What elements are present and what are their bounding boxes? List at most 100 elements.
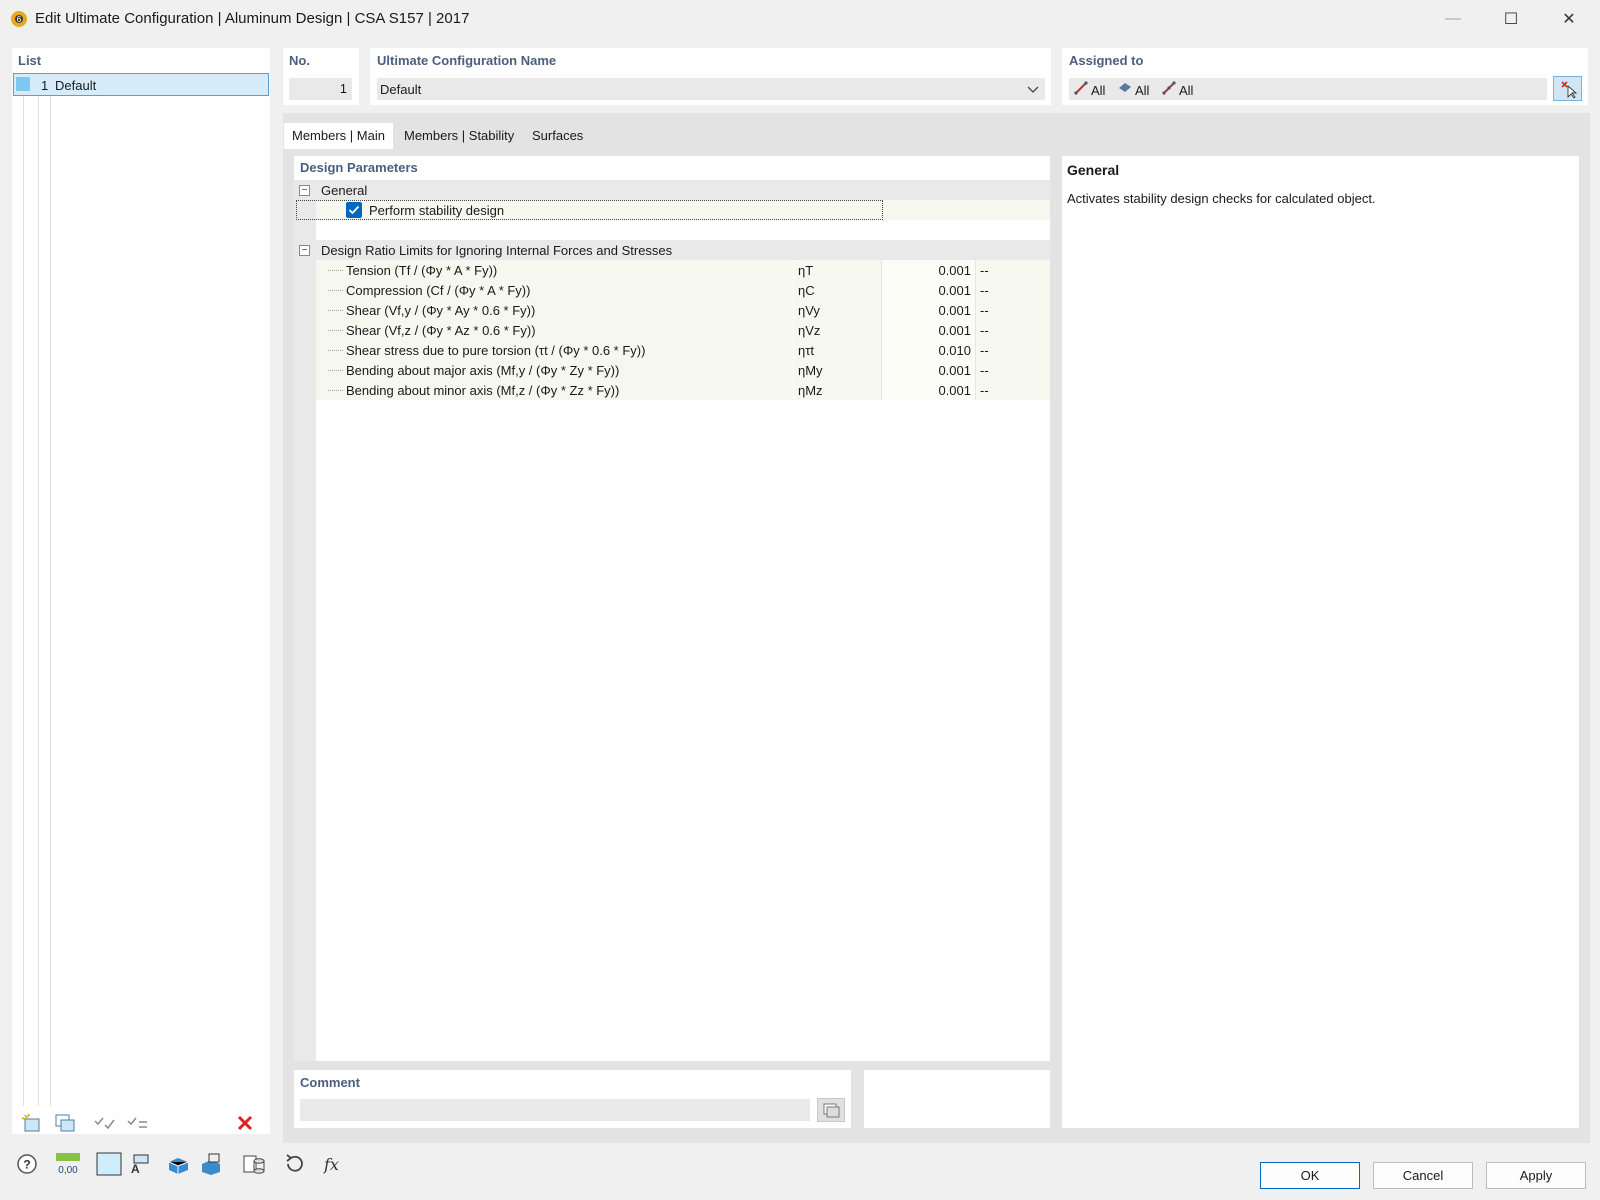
group-label-general: General (321, 183, 368, 198)
parameter-unit: -- (980, 343, 989, 358)
maximize-button[interactable]: ☐ (1482, 0, 1540, 38)
parameter-unit: -- (980, 323, 989, 338)
parameter-label: Tension (Tf / (Φy * A * Fy)) (346, 263, 498, 278)
tree-guide-line (23, 96, 24, 1106)
save-icon[interactable] (197, 1150, 227, 1178)
list-item-number: 1 (41, 78, 49, 93)
info-header: General (1067, 162, 1120, 178)
parameter-value: 0.010 (938, 343, 971, 358)
comment-header: Comment (300, 1075, 360, 1090)
parameter-label: Bending about minor axis (Mf,z / (Φy * Z… (346, 383, 620, 398)
help-icon[interactable]: ? (12, 1150, 42, 1178)
new-item-icon[interactable] (17, 1110, 45, 1136)
parameter-value: 0.001 (938, 363, 971, 378)
collapse-icon[interactable]: − (299, 185, 310, 196)
assigned-members: All (1091, 83, 1106, 98)
assigned-member-sets: All (1179, 83, 1194, 98)
cell-separator (793, 380, 794, 400)
surface-icon (1118, 81, 1132, 98)
parameter-symbol: ητt (798, 343, 814, 358)
select-objects-button[interactable] (1553, 76, 1582, 101)
parameter-symbol: ηMy (798, 363, 823, 378)
uncheck-all-icon[interactable] (124, 1110, 152, 1136)
assigned-surfaces: All (1135, 83, 1150, 98)
text-icon[interactable]: A (122, 1150, 152, 1178)
tab-members-main[interactable]: Members | Main (284, 123, 393, 149)
tree-guide-line (50, 96, 51, 1106)
parameter-unit: -- (980, 363, 989, 378)
list-item-name: Default (55, 78, 97, 93)
comment-input[interactable] (300, 1099, 810, 1121)
group-row-general (294, 180, 1050, 200)
collapse-icon[interactable]: − (299, 245, 310, 256)
parameter-label: Shear (Vf,y / (Φy * Ay * 0.6 * Fy)) (346, 303, 536, 318)
tree-connector (328, 370, 343, 371)
copy-item-icon[interactable] (51, 1110, 79, 1136)
parameter-symbol: ηVz (798, 323, 821, 338)
cell-separator (975, 260, 976, 280)
tree-connector (328, 310, 343, 311)
group-label-ratio-limits: Design Ratio Limits for Ignoring Interna… (321, 243, 673, 258)
comment-library-icon[interactable] (817, 1098, 845, 1122)
parameter-value: 0.001 (938, 323, 971, 338)
parameter-unit: -- (980, 303, 989, 318)
cell-separator (975, 280, 976, 300)
member-set-icon (1162, 81, 1176, 98)
reset-icon[interactable] (280, 1150, 310, 1178)
apply-button[interactable]: Apply (1486, 1162, 1586, 1189)
perform-stability-label: Perform stability design (369, 203, 505, 218)
config-name-header: Ultimate Configuration Name (377, 53, 557, 68)
cell-separator (975, 380, 976, 400)
config-name-value: Default (380, 82, 422, 97)
extra-panel (864, 1070, 1050, 1128)
parameter-label: Shear stress due to pure torsion (τt / (… (346, 343, 646, 358)
cell-separator (975, 360, 976, 380)
tree-connector (328, 330, 343, 331)
cell-separator (793, 340, 794, 360)
info-panel (1062, 156, 1579, 1128)
list-item-color-swatch (16, 77, 30, 91)
tree-gutter (294, 180, 316, 1061)
check-all-icon[interactable] (91, 1110, 119, 1136)
member-icon (1074, 81, 1088, 98)
cell-separator (793, 280, 794, 300)
parameter-symbol: ηT (798, 263, 814, 278)
close-button[interactable]: ✕ (1540, 0, 1598, 38)
cell-separator (793, 260, 794, 280)
model-view-icon[interactable] (164, 1150, 194, 1178)
delete-icon[interactable] (231, 1110, 259, 1136)
parameter-unit: -- (980, 283, 989, 298)
minimize-button[interactable]: — (1424, 0, 1482, 38)
list-header: List (18, 53, 42, 68)
config-name-select[interactable] (377, 78, 1045, 100)
parameter-symbol: ηMz (798, 383, 823, 398)
parameter-unit: -- (980, 383, 989, 398)
chevron-down-icon[interactable] (1027, 83, 1039, 98)
cell-separator (793, 320, 794, 340)
app-icon: 6 (10, 10, 28, 28)
tab-surfaces[interactable]: Surfaces (524, 123, 591, 149)
cell-separator (793, 360, 794, 380)
units-icon[interactable]: 0,00 (53, 1150, 83, 1178)
cell-separator (975, 300, 976, 320)
formula-icon[interactable]: fx (319, 1150, 349, 1178)
info-text: Activates stability design checks for ca… (1067, 191, 1376, 206)
tab-members-stability[interactable]: Members | Stability (396, 123, 522, 149)
list-item[interactable] (13, 73, 269, 96)
parameter-value: 0.001 (938, 263, 971, 278)
tree-connector (328, 350, 343, 351)
units-label: 0,00 (58, 1165, 78, 1176)
database-icon[interactable] (239, 1150, 269, 1178)
parameter-unit: -- (980, 263, 989, 278)
tree-connector (328, 290, 343, 291)
color-icon[interactable] (94, 1150, 124, 1178)
parameter-label: Bending about major axis (Mf,y / (Φy * Z… (346, 363, 620, 378)
perform-stability-checkbox[interactable] (346, 202, 362, 218)
parameter-value: 0.001 (938, 383, 971, 398)
parameter-label: Compression (Cf / (Φy * A * Fy)) (346, 283, 531, 298)
svg-text:A: A (131, 1162, 140, 1176)
cell-separator (975, 320, 976, 340)
tree-guide-line (38, 96, 39, 1106)
cancel-button[interactable]: Cancel (1373, 1162, 1473, 1189)
ok-button[interactable]: OK (1260, 1162, 1360, 1189)
